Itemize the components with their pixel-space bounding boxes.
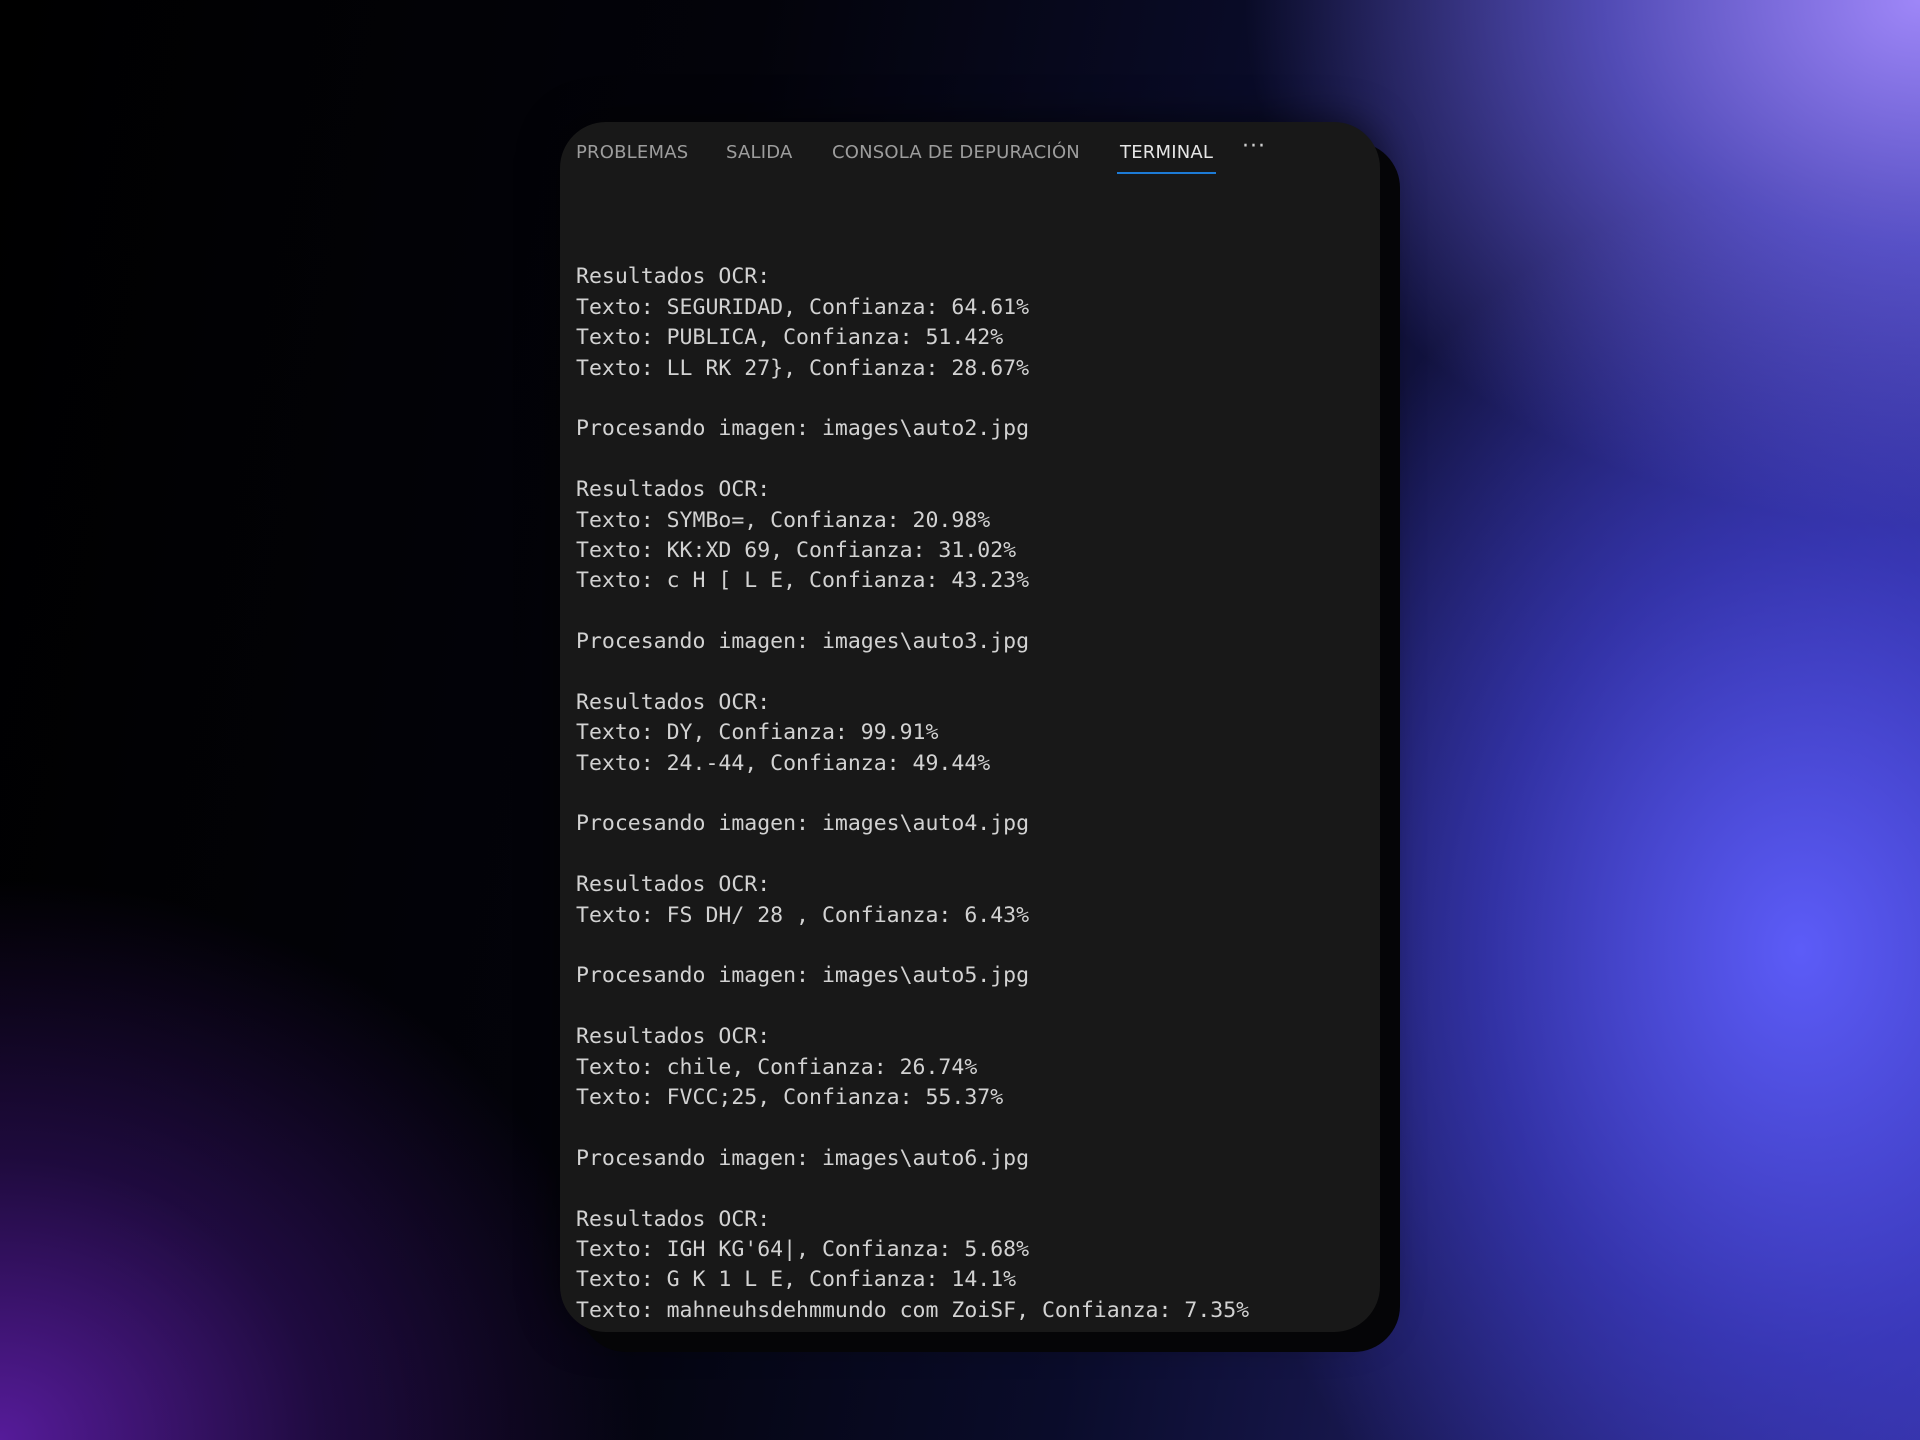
tab-problemas[interactable]: PROBLEMAS xyxy=(576,142,688,163)
terminal-line: Procesando imagen: images\auto4.jpg xyxy=(576,811,1030,837)
terminal-line: Resultados OCR: xyxy=(576,1206,771,1232)
terminal-line: Resultados OCR: xyxy=(576,477,771,503)
terminal-line: Procesando imagen: images\auto3.jpg xyxy=(576,629,1030,655)
terminal-line: Texto: LL RK 27}, Confianza: 28.67% xyxy=(576,355,1030,381)
more-actions-icon[interactable]: ··· xyxy=(1242,134,1266,159)
terminal-output[interactable]: Resultados OCR: Texto: SEGURIDAD, Confian… xyxy=(576,232,1370,1332)
panel-tab-bar: PROBLEMAS SALIDA CONSOLA DE DEPURACIÓN T… xyxy=(560,122,1380,178)
terminal-line: Texto: PUBLICA, Confianza: 51.42% xyxy=(576,325,1004,351)
terminal-line: Texto: KK:XD 69, Confianza: 31.02% xyxy=(576,537,1017,563)
terminal-line: Procesando imagen: images\auto5.jpg xyxy=(576,963,1030,989)
terminal-line: Resultados OCR: xyxy=(576,264,771,290)
tab-salida[interactable]: SALIDA xyxy=(726,142,792,163)
terminal-line: Texto: chile, Confianza: 26.74% xyxy=(576,1054,978,1080)
terminal-line: Procesando imagen: images\auto6.jpg xyxy=(576,1145,1030,1171)
terminal-line: Texto: SYMBo=, Confianza: 20.98% xyxy=(576,507,991,533)
terminal-line: Resultados OCR: xyxy=(576,872,771,898)
terminal-line: Texto: FVCC;25, Confianza: 55.37% xyxy=(576,1084,1004,1110)
terminal-line: Texto: G K 1 L E, Confianza: 14.1% xyxy=(576,1267,1017,1293)
tab-terminal[interactable]: TERMINAL xyxy=(1116,142,1217,174)
terminal-line: Texto: DY, Confianza: 99.91% xyxy=(576,720,939,746)
terminal-line: Texto: mahneuhsdehmmundo com ZoiSF, Conf… xyxy=(576,1297,1250,1323)
terminal-line: Resultados OCR: xyxy=(576,689,771,715)
terminal-line: Texto: 24.-44, Confianza: 49.44% xyxy=(576,750,991,776)
tab-consola-de-depuracion[interactable]: CONSOLA DE DEPURACIÓN xyxy=(832,142,1080,163)
terminal-panel: PROBLEMAS SALIDA CONSOLA DE DEPURACIÓN T… xyxy=(560,122,1380,1332)
terminal-line: Procesando imagen: images\auto2.jpg xyxy=(576,416,1030,442)
terminal-line: Resultados OCR: xyxy=(576,1024,771,1050)
terminal-line: Texto: c H [ L E, Confianza: 43.23% xyxy=(576,568,1030,594)
terminal-line: Texto: SEGURIDAD, Confianza: 64.61% xyxy=(576,294,1030,320)
terminal-line: Texto: IGH KG'64|, Confianza: 5.68% xyxy=(576,1236,1030,1262)
terminal-line: Texto: FS DH/ 28 , Confianza: 6.43% xyxy=(576,902,1030,928)
